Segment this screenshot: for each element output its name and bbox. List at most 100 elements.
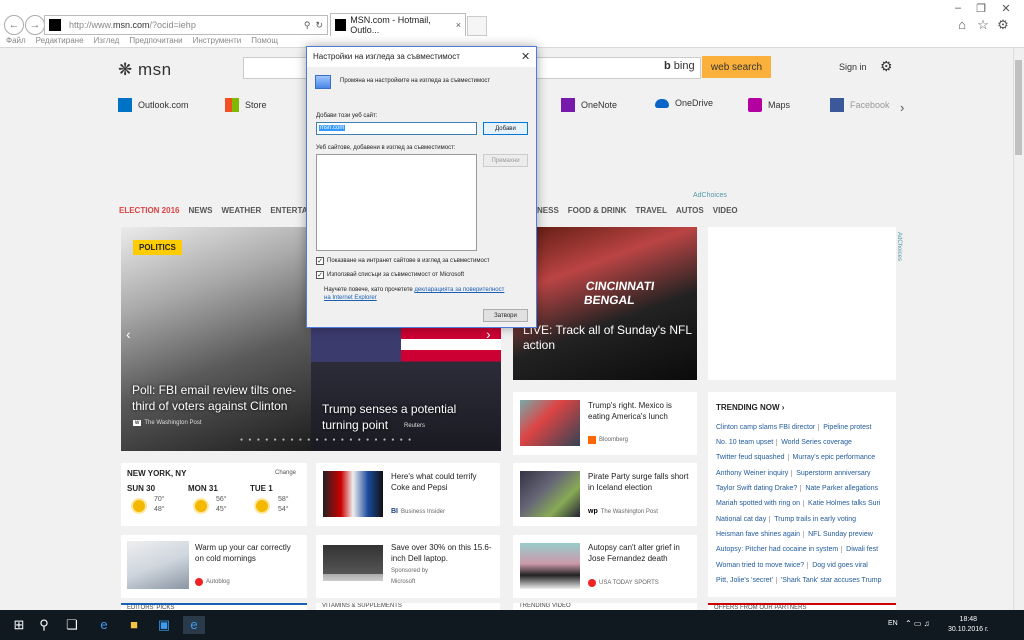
menu-edit[interactable]: Редактиране <box>36 36 84 47</box>
web-search-button[interactable]: web search <box>702 56 771 78</box>
system-clock[interactable]: 18:48 30.10.2016 г. <box>948 615 989 635</box>
language-indicator[interactable]: EN <box>888 620 898 627</box>
ad-slot[interactable] <box>708 227 896 380</box>
new-tab-button[interactable] <box>467 16 487 36</box>
remove-button[interactable]: Премахни <box>483 154 528 167</box>
nav-weather[interactable]: WEATHER <box>221 206 261 215</box>
trending-row[interactable]: Mariah spotted with ring on Katie Holmes … <box>716 500 881 507</box>
search-icon[interactable]: ⚲ <box>304 20 311 31</box>
strip-vitamins[interactable]: VITAMINS & SUPPLEMENTS <box>316 603 500 610</box>
internet-explorer-icon[interactable]: e <box>183 616 205 634</box>
onedrive-icon <box>655 98 669 108</box>
carousel-next-icon[interactable]: › <box>486 326 491 342</box>
quicklink-maps[interactable]: Maps <box>748 98 790 112</box>
trending-row[interactable]: Autopsy: Pitcher had cocaine in system Di… <box>716 546 879 553</box>
menu-view[interactable]: Изглед <box>94 36 120 47</box>
menu-help[interactable]: Помощ <box>251 36 278 47</box>
maps-icon <box>748 98 762 112</box>
add-button[interactable]: Добави <box>483 122 528 135</box>
nav-business[interactable]: NESS <box>537 206 559 215</box>
strip-trending-video[interactable]: TRENDING VIDEO <box>513 603 697 610</box>
strip-offers[interactable]: OFFERS FROM OUR PARTNERS <box>708 603 896 610</box>
file-explorer-icon[interactable]: ■ <box>125 616 143 634</box>
task-view-icon[interactable]: ❏ <box>63 616 81 634</box>
msn-favicon-icon <box>335 19 347 31</box>
privacy-link[interactable]: декларацията за поверителност <box>414 287 504 293</box>
forward-button[interactable]: → <box>25 15 45 35</box>
scrollbar-thumb[interactable] <box>1015 60 1022 155</box>
laptop-image <box>323 545 383 581</box>
weather-change-link[interactable]: Change <box>275 468 296 478</box>
settings-gear-icon[interactable]: ⚙ <box>880 58 893 75</box>
quicklinks-next-chevron-icon[interactable]: › <box>900 100 904 115</box>
nav-news[interactable]: NEWS <box>188 206 212 215</box>
weather-card[interactable]: NEW YORK, NY Change SUN 30 70° 48° MON 31… <box>121 463 307 526</box>
address-bar[interactable]: http://www.msn.com/?ocid=iehp ⚲ ↻ <box>44 15 328 35</box>
hero-left-title[interactable]: Poll: FBI email review tilts one-third o… <box>132 382 304 414</box>
close-button[interactable]: Затвори <box>483 309 528 322</box>
close-tab-icon[interactable]: × <box>456 20 461 30</box>
menu-favorites[interactable]: Предпочитани <box>129 36 182 47</box>
close-window-icon[interactable]: ✕ <box>995 2 1017 16</box>
nav-election[interactable]: ELECTION 2016 <box>119 206 179 215</box>
trending-row[interactable]: Clinton camp slams FBI director Pipeline … <box>716 424 872 431</box>
trending-row[interactable]: Anthony Weiner inquiry Superstorm anniver… <box>716 470 871 477</box>
sites-list[interactable] <box>316 154 477 251</box>
quicklink-facebook[interactable]: Facebook <box>830 98 890 112</box>
adchoices-link[interactable]: AdChoices <box>693 192 727 199</box>
nav-autos[interactable]: AUTOS <box>676 206 704 215</box>
trending-row[interactable]: National cat day Trump trails in early vo… <box>716 516 857 523</box>
news-card[interactable]: Here's what could terrify Coke and Pepsi… <box>316 463 500 526</box>
quicklink-store[interactable]: Store <box>225 98 267 112</box>
tools-gear-icon[interactable]: ⚙ <box>996 17 1010 32</box>
quicklink-outlook[interactable]: Outlook.com <box>118 98 189 112</box>
menu-file[interactable]: Файл <box>6 36 26 47</box>
ad-choices-vertical[interactable]: AdChoices <box>896 232 902 261</box>
trending-row[interactable]: Taylor Swift dating Drake? Nate Parker al… <box>716 485 879 492</box>
nav-travel[interactable]: TRAVEL <box>635 206 666 215</box>
add-site-input[interactable]: msn.com <box>316 122 477 135</box>
msn-logo[interactable]: ❋ msn <box>118 60 172 80</box>
store-icon[interactable]: ▣ <box>155 616 173 634</box>
restore-icon[interactable]: ❐ <box>970 2 992 16</box>
quicklink-onedrive[interactable]: OneDrive <box>655 98 713 108</box>
carousel-prev-icon[interactable]: ‹ <box>126 326 131 342</box>
minimize-icon[interactable]: – <box>947 2 969 16</box>
weather-city[interactable]: NEW YORK, NY <box>127 469 186 478</box>
carousel-dots[interactable]: ● ● ● ● ● ● ● ● ● ● ● ● ● ● ● ● ● ● ● ● … <box>240 437 413 443</box>
nfl-tile[interactable]: CINCINNATI BENGAL LIVE: Track all of Sun… <box>513 227 697 380</box>
tray-icons[interactable]: ⌃ ▭ ♫ <box>905 619 930 628</box>
dialog-close-icon[interactable]: ✕ <box>521 50 530 63</box>
trending-now: TRENDING NOW › Clinton camp slams FBI di… <box>708 392 896 597</box>
news-card[interactable]: Warm up your car correctly on cold morni… <box>121 535 307 598</box>
strip-editors-picks[interactable]: EDITORS' PICKS <box>121 603 307 610</box>
favorites-icon[interactable]: ☆ <box>976 17 990 32</box>
back-button[interactable]: ← <box>4 15 24 35</box>
quicklink-onenote[interactable]: OneNote <box>561 98 617 112</box>
trending-row[interactable]: Pitt, Jolie's 'secret' 'Shark Tank' star … <box>716 577 882 584</box>
edge-icon[interactable]: e <box>95 616 113 634</box>
news-card[interactable]: Trump's right. Mexico is eating America'… <box>513 392 697 455</box>
trending-row[interactable]: No. 10 team upset World Series coverage <box>716 439 852 446</box>
menu-tools[interactable]: Инструменти <box>193 36 242 47</box>
trending-row[interactable]: Twitter feud squashed Murray's epic perfo… <box>716 454 876 461</box>
microsoft-lists-checkbox[interactable]: ✓ <box>316 271 324 279</box>
trending-row[interactable]: Woman tried to move twice? Dog vid goes v… <box>716 562 868 569</box>
browser-tab[interactable]: MSN.com - Hotmail, Outlo... × <box>330 13 466 36</box>
news-card[interactable]: Autopsy can't alter grief in Jose Fernan… <box>513 535 697 598</box>
ad-card[interactable]: Save over 30% on this 15.6-inch Dell lap… <box>316 535 500 598</box>
news-card[interactable]: Pirate Party surge falls short in Icelan… <box>513 463 697 526</box>
sign-in-link[interactable]: Sign in <box>839 62 867 72</box>
refresh-icon[interactable]: ↻ <box>315 20 323 31</box>
nav-video[interactable]: VIDEO <box>713 206 738 215</box>
nav-entertainment[interactable]: ENTERTA <box>270 206 307 215</box>
home-icon[interactable]: ⌂ <box>955 17 969 32</box>
intranet-checkbox[interactable]: ✓ <box>316 257 324 265</box>
trending-row[interactable]: Heisman fave shines again NFL Sunday prev… <box>716 531 873 538</box>
sponsored-label: Sponsored by <box>391 568 429 574</box>
nav-food[interactable]: FOOD & DRINK <box>568 206 627 215</box>
trending-header[interactable]: TRENDING NOW › <box>716 403 784 412</box>
windows-start-icon[interactable]: ⊞ <box>10 616 28 634</box>
search-icon[interactable]: ⚲ <box>35 616 53 634</box>
privacy-link-2[interactable]: на Internet Explorer <box>324 295 377 301</box>
